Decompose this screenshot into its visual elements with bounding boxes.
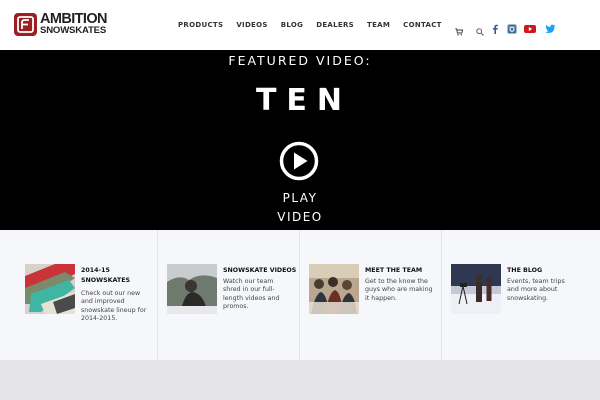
feature-cards: 2014-15 SNOWSKATES Check out our new and… [0, 230, 600, 360]
featured-label: FEATURED VIDEO: [228, 53, 372, 68]
nav-contact[interactable]: CONTACT [403, 21, 442, 30]
featured-video-hero: FEATURED VIDEO: TEN PLAY VIDEO [0, 50, 600, 230]
card-title[interactable]: SNOWSKATE VIDEOS [223, 266, 296, 276]
card-snowskate-videos[interactable]: SNOWSKATE VIDEOS Watch our team shred in… [158, 230, 299, 360]
card-description: Events, team trips and more about snowsk… [507, 278, 565, 302]
instagram-icon[interactable] [507, 19, 517, 38]
card-title[interactable]: 2014-15 SNOWSKATES [81, 266, 130, 286]
card-title[interactable]: THE BLOG [507, 266, 542, 276]
blog-thumbnail[interactable] [451, 264, 501, 314]
team-thumbnail[interactable] [309, 264, 359, 314]
card-description: Get to the know the guys who are making … [365, 278, 433, 302]
card-title[interactable]: MEET THE TEAM [365, 266, 422, 276]
footer-band [0, 360, 600, 400]
card-snowskates[interactable]: 2014-15 SNOWSKATES Check out our new and… [0, 230, 157, 360]
video-title: TEN [255, 83, 353, 118]
main-nav: PRODUCTS VIDEOS BLOG DEALERS TEAM CONTAC… [178, 20, 497, 36]
nav-dealers[interactable]: DEALERS [316, 21, 354, 30]
nav-team[interactable]: TEAM [367, 21, 390, 30]
brand-name: AMBITION [40, 11, 107, 27]
videos-thumbnail[interactable] [167, 264, 217, 314]
play-video-link-line2[interactable]: VIDEO [0, 210, 600, 224]
nav-videos[interactable]: VIDEOS [236, 21, 267, 30]
card-meet-the-team[interactable]: MEET THE TEAM Get to the know the guys w… [300, 230, 441, 360]
cart-icon[interactable] [455, 21, 463, 35]
card-description: Check out our new and improved snowskate… [81, 290, 147, 322]
search-icon[interactable] [476, 21, 484, 36]
brand-mark-icon [14, 13, 37, 36]
youtube-icon[interactable] [524, 19, 536, 38]
facebook-icon[interactable] [490, 19, 500, 38]
site-header: AMBITION SNOWSKATES PRODUCTS VIDEOS BLOG… [0, 0, 600, 50]
twitter-icon[interactable] [545, 19, 556, 38]
nav-products[interactable]: PRODUCTS [178, 21, 223, 30]
play-icon[interactable] [279, 141, 319, 181]
card-description: Watch our team shred in our full- length… [223, 278, 280, 310]
brand-subname: SNOWSKATES [40, 25, 107, 36]
snowskates-thumbnail[interactable] [25, 264, 75, 314]
brand-logo[interactable]: AMBITION SNOWSKATES [14, 12, 107, 38]
card-the-blog[interactable]: THE BLOG Events, team trips and more abo… [442, 230, 600, 360]
nav-blog[interactable]: BLOG [281, 21, 303, 30]
play-video-link[interactable]: PLAY [0, 191, 600, 205]
